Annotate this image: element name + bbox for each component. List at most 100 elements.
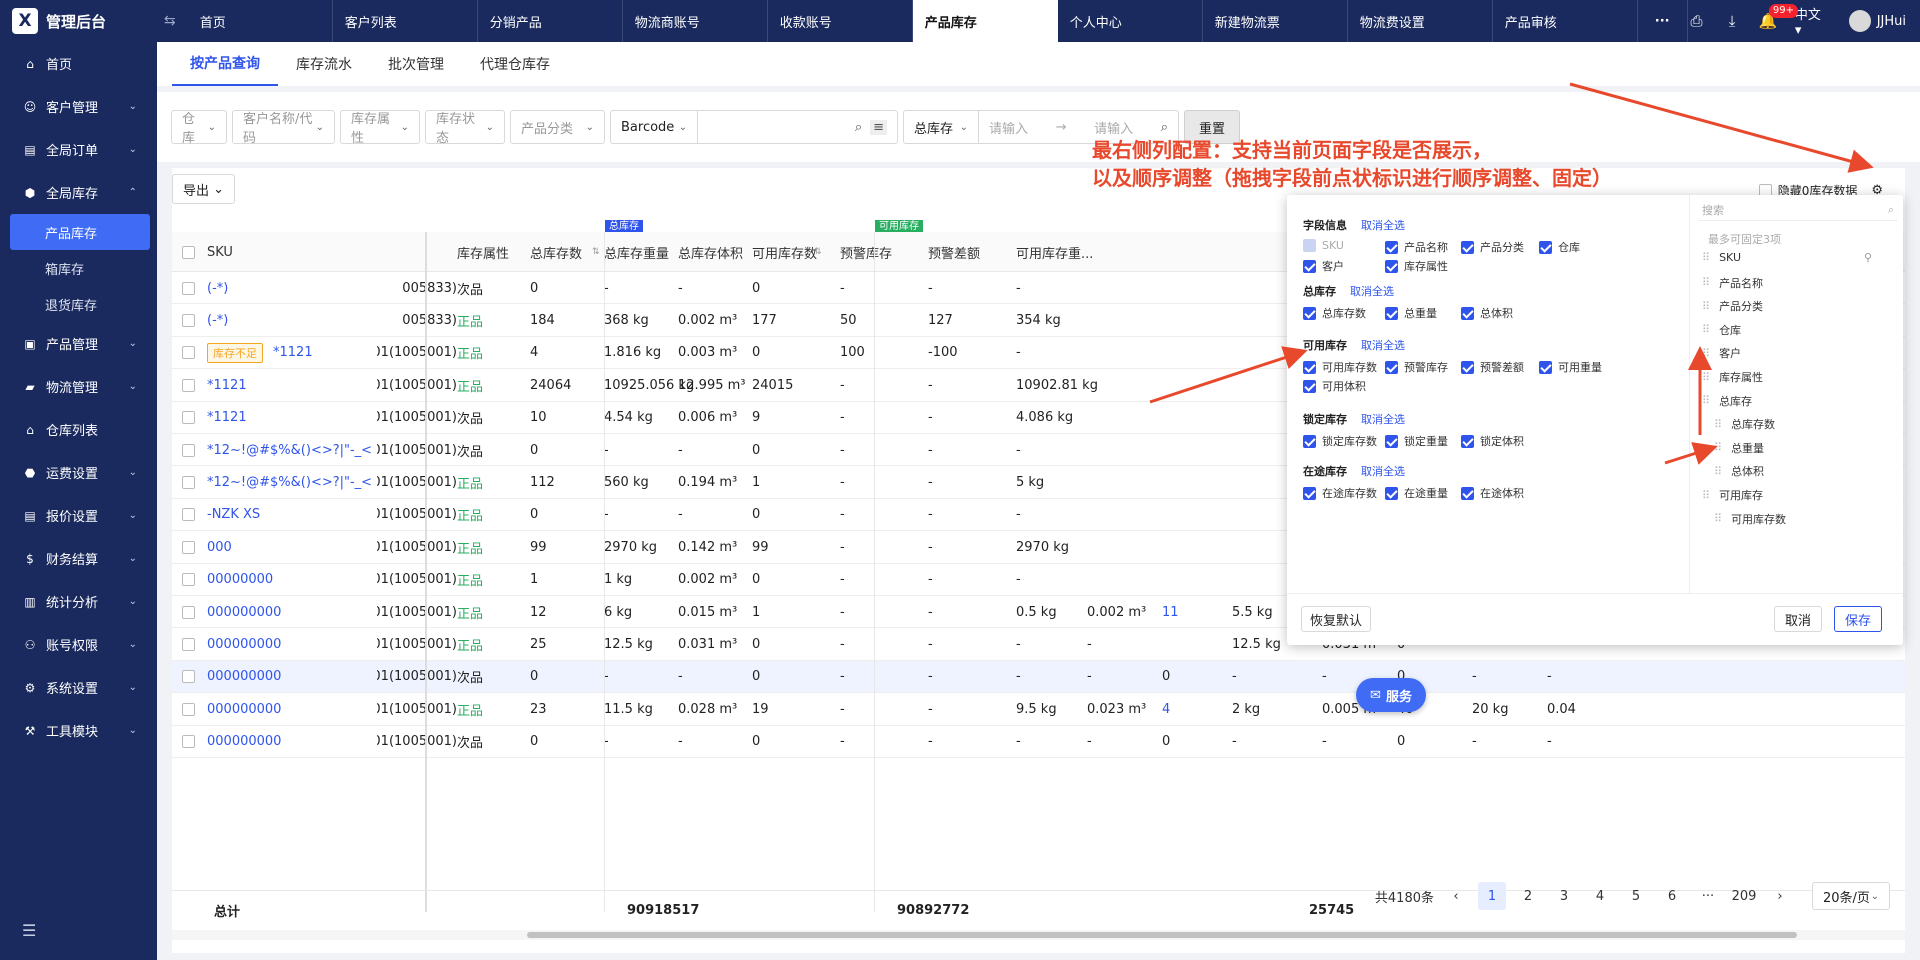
order-item[interactable]: ⠿ 客户 <box>1702 345 1872 361</box>
order-item[interactable]: ⠿ 可用库存数 <box>1714 511 1884 527</box>
order-item[interactable]: ⠿ 总库存数 <box>1714 416 1884 432</box>
field-option[interactable]: 锁定体积 <box>1461 433 1524 449</box>
batch-icon[interactable]: ≡ <box>870 119 887 135</box>
field-checkbox[interactable] <box>1303 434 1316 448</box>
page-number[interactable]: 2 <box>1514 882 1542 910</box>
field-checkbox[interactable] <box>1303 360 1316 374</box>
field-checkbox[interactable] <box>1461 434 1474 448</box>
field-search-input[interactable]: 搜索 ⌕ <box>1698 199 1898 221</box>
export-button[interactable]: 导出 ⌄ <box>172 174 236 204</box>
top-tab[interactable]: 产品审核 <box>1493 0 1638 42</box>
print-icon[interactable]: ⎙ <box>1688 12 1706 30</box>
page-number[interactable]: 5 <box>1622 882 1650 910</box>
sku-link[interactable]: 000000000 <box>207 734 281 749</box>
field-checkbox[interactable] <box>1303 306 1316 320</box>
row-checkbox[interactable] <box>182 499 195 531</box>
row-checkbox[interactable] <box>182 628 195 660</box>
bell-icon[interactable]: 🔔 99+ <box>1759 4 1798 30</box>
field-option[interactable]: 客户 <box>1303 258 1344 274</box>
sidebar-item[interactable]: ⚒ 工具模块 ⌄ <box>0 709 157 752</box>
field-option[interactable]: 总重量 <box>1385 305 1437 321</box>
barcode-input[interactable]: ⌕ ≡ <box>698 110 898 144</box>
page-number[interactable]: 209 <box>1730 882 1758 910</box>
drag-handle-icon[interactable]: ⠿ <box>1714 512 1722 525</box>
field-checkbox[interactable] <box>1303 379 1316 393</box>
top-tab[interactable]: 客户列表 <box>333 0 478 42</box>
drag-handle-icon[interactable]: ⠿ <box>1714 418 1722 431</box>
sidebar-item[interactable]: ⚇ 账号权限 ⌄ <box>0 623 157 666</box>
field-option[interactable]: 预警库存 <box>1385 359 1448 375</box>
sku-link[interactable]: 000000000 <box>207 637 281 652</box>
drag-handle-icon[interactable]: ⠿ <box>1702 394 1710 407</box>
field-checkbox[interactable] <box>1303 259 1316 273</box>
field-checkbox[interactable] <box>1461 306 1474 320</box>
page-number[interactable]: 6 <box>1658 882 1686 910</box>
field-checkbox[interactable] <box>1461 240 1474 254</box>
sku-link[interactable]: -NZK XS <box>207 507 260 522</box>
search-icon[interactable]: ⌕ <box>855 120 862 135</box>
sidebar-item[interactable]: ▣ 产品管理 ⌄ <box>0 322 157 365</box>
order-item[interactable]: ⠿ SKU ⚲ <box>1702 251 1872 264</box>
field-option[interactable]: 总体积 <box>1461 305 1513 321</box>
sidebar-item[interactable]: $ 财务结算 ⌄ <box>0 537 157 580</box>
prev-page-icon[interactable]: ‹ <box>1442 882 1470 910</box>
row-checkbox[interactable] <box>182 434 195 466</box>
customer-select[interactable]: 客户名称/代码 ⌄ <box>232 110 335 146</box>
field-checkbox[interactable] <box>1461 486 1474 500</box>
field-checkbox[interactable] <box>1385 259 1398 273</box>
field-checkbox[interactable] <box>1385 360 1398 374</box>
sidebar-subitem[interactable]: 退货库存 <box>0 286 157 322</box>
sku-link[interactable]: 000000000 <box>207 669 281 684</box>
cancel-button[interactable]: 取消 <box>1774 606 1823 632</box>
page-number[interactable]: 1 <box>1478 882 1506 910</box>
deselect-all-link[interactable]: 取消全选 <box>1361 339 1405 352</box>
order-item[interactable]: ⠿ 库存属性 <box>1702 369 1872 385</box>
field-option[interactable]: 在途体积 <box>1461 485 1524 501</box>
drag-handle-icon[interactable]: ⠿ <box>1702 347 1710 360</box>
sku-link[interactable]: *1121 <box>207 378 247 393</box>
deselect-all-link[interactable]: 取消全选 <box>1361 219 1405 232</box>
field-option[interactable]: 库存属性 <box>1385 258 1448 274</box>
service-button[interactable]: ✉ 服务 <box>1356 678 1426 712</box>
stock-attr-select[interactable]: 库存属性 ⌄ <box>340 110 420 146</box>
row-checkbox[interactable] <box>182 337 195 369</box>
sidebar-item[interactable]: ▥ 统计分析 ⌄ <box>0 580 157 623</box>
sidebar-item[interactable]: ▰ 物流管理 ⌄ <box>0 365 157 408</box>
field-option[interactable]: 产品名称 <box>1385 239 1448 255</box>
sidebar-item[interactable]: ⌂ 首页 <box>0 42 157 85</box>
more-tabs-button[interactable]: ··· <box>1638 0 1688 42</box>
page-ellipsis[interactable]: ··· <box>1694 882 1722 910</box>
subtab[interactable]: 批次管理 <box>370 42 462 86</box>
sort-icon[interactable]: ⇅ <box>814 232 822 272</box>
total-field-select[interactable]: 总库存 ⌄ <box>903 110 979 144</box>
sidebar-item[interactable]: ▤ 全局订单 ⌄ <box>0 128 157 171</box>
row-checkbox[interactable] <box>182 402 195 434</box>
field-checkbox[interactable] <box>1385 434 1398 448</box>
top-tab[interactable]: 产品库存 <box>912 0 1058 42</box>
row-checkbox[interactable] <box>182 466 195 498</box>
drag-handle-icon[interactable]: ⠿ <box>1702 371 1710 384</box>
category-select[interactable]: 产品分类 ⌄ <box>510 110 605 144</box>
order-item[interactable]: ⠿ 总库存 <box>1702 393 1872 409</box>
sku-link[interactable]: (-*) <box>207 281 228 296</box>
sidebar-subitem[interactable]: 箱库存 <box>0 250 157 286</box>
row-checkbox[interactable] <box>182 531 195 563</box>
row-checkbox[interactable] <box>182 369 195 401</box>
sku-link[interactable]: 000000000 <box>207 702 281 717</box>
sku-link[interactable]: *12~!@#$%&()<>?|"-_< <box>207 475 372 490</box>
field-checkbox[interactable] <box>1303 486 1316 500</box>
drag-handle-icon[interactable]: ⠿ <box>1702 300 1710 313</box>
table-row[interactable]: 000000000 1-01(1005001)正品 23 11.5 kg 0.028 m… <box>172 693 1905 726</box>
order-item[interactable]: ⠿ 可用库存 <box>1702 487 1872 503</box>
top-tab[interactable]: 个人中心 <box>1058 0 1203 42</box>
pin-icon[interactable]: ⚲ <box>1864 251 1872 264</box>
restore-default-button[interactable]: 恢复默认 <box>1301 606 1372 632</box>
sku-link[interactable]: *1121 <box>207 410 247 425</box>
deselect-all-link[interactable]: 取消全选 <box>1361 465 1405 478</box>
save-button[interactable]: 保存 <box>1834 606 1883 632</box>
field-option[interactable]: 总库存数 <box>1303 305 1366 321</box>
sidebar-item[interactable]: ⚙ 系统设置 ⌄ <box>0 666 157 709</box>
horizontal-scrollbar[interactable] <box>172 930 1905 940</box>
user-menu[interactable]: JJHui <box>1848 10 1906 32</box>
language-select[interactable]: 中文 ▾ <box>1795 4 1831 38</box>
